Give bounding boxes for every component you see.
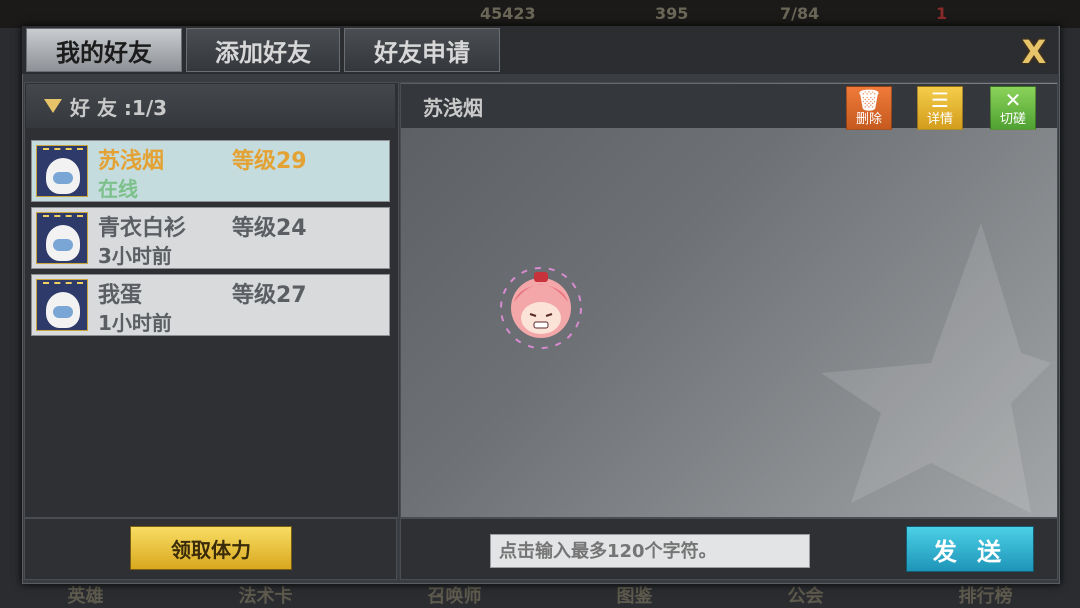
- nav-codex: 图鉴: [616, 586, 653, 607]
- collapse-triangle-icon: [44, 99, 62, 113]
- gold-counter: 45423: [480, 4, 536, 23]
- friend-row[interactable]: 苏浅烟 等级29 在线: [31, 140, 390, 202]
- friend-name: 青衣白衫: [98, 216, 187, 241]
- nav-spell-cards: 法术卡: [238, 586, 293, 607]
- friend-name: 苏浅烟: [98, 149, 165, 174]
- claim-stamina-button[interactable]: 领取体力: [130, 526, 292, 570]
- friend-list-header[interactable]: 好 友 :1/3: [26, 84, 395, 128]
- friend-row[interactable]: 我蛋 等级27 1小时前: [31, 274, 390, 336]
- nav-summoner: 召唤师: [427, 586, 482, 607]
- notification-badge: 1: [936, 4, 948, 23]
- star-watermark-icon: [821, 223, 1051, 513]
- friend-status: 3小时前: [98, 244, 172, 268]
- message-input[interactable]: [490, 534, 810, 568]
- tab-friend-requests[interactable]: 好友申请: [344, 28, 500, 72]
- game-hud-bar: 45423 395 7/84 1: [0, 0, 1080, 28]
- friend-status: 在线: [98, 177, 138, 201]
- details-label: 详情: [926, 112, 953, 127]
- crossed-swords-icon: ✕: [1004, 88, 1022, 112]
- details-button[interactable]: ☰ 详情: [917, 86, 963, 130]
- nav-guild: 公会: [787, 586, 824, 607]
- avatar: [36, 279, 88, 331]
- nav-leaderboard: 排行榜: [958, 586, 1013, 607]
- partner-chibi-avatar: [500, 267, 582, 349]
- spar-label: 切磋: [999, 112, 1026, 127]
- trash-icon: 🗑: [856, 88, 882, 112]
- avatar: [36, 145, 88, 197]
- friend-status: 1小时前: [98, 311, 172, 335]
- friend-level: 等级29: [232, 149, 307, 174]
- nav-heroes: 英雄: [67, 586, 104, 607]
- tab-add-friend[interactable]: 添加好友: [186, 28, 340, 72]
- friend-count-label: 好 友 :1/3: [70, 95, 168, 120]
- delete-label: 删除: [855, 112, 882, 127]
- close-button[interactable]: X: [1016, 34, 1052, 70]
- gem-counter: 395: [655, 4, 689, 23]
- tab-my-friends[interactable]: 我的好友: [26, 28, 182, 72]
- game-bottom-nav: 英雄 法术卡 召唤师 图鉴 公会 排行榜: [0, 582, 1080, 608]
- delete-friend-button[interactable]: 🗑 删除: [846, 86, 892, 130]
- spar-button[interactable]: ✕ 切磋: [990, 86, 1036, 130]
- avatar: [36, 212, 88, 264]
- friend-row[interactable]: 青衣白衫 等级24 3小时前: [31, 207, 390, 269]
- friend-level: 等级24: [232, 216, 307, 241]
- friend-name: 我蛋: [98, 283, 143, 308]
- stamina-counter: 7/84: [780, 4, 820, 23]
- send-button[interactable]: 发 送: [906, 526, 1034, 572]
- document-icon: ☰: [931, 88, 949, 112]
- friend-level: 等级27: [232, 283, 307, 308]
- chat-partner-name: 苏浅烟: [423, 95, 483, 120]
